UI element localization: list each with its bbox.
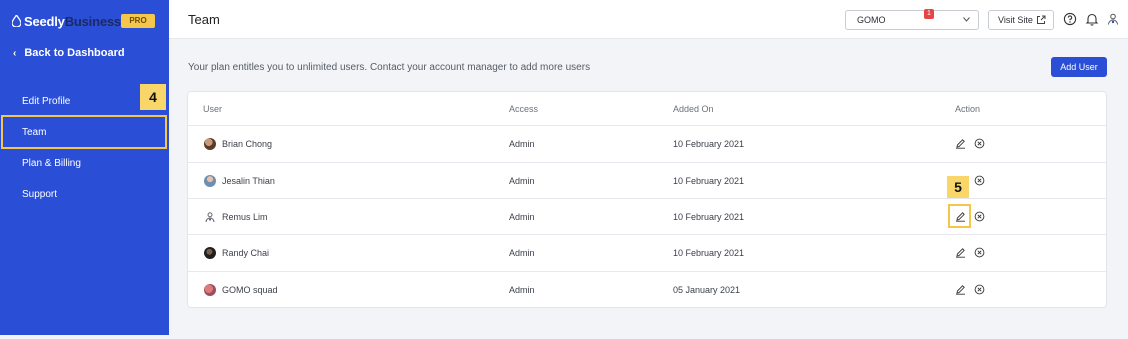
visit-site-button[interactable]: Visit Site [988,10,1054,30]
remove-icon[interactable] [974,284,985,295]
edit-icon[interactable] [955,211,966,222]
table-row: Randy Chai Admin 10 February 2021 [188,234,1106,270]
brand-name: Seedly [24,13,65,29]
pro-badge: PRO [121,14,155,28]
user-access: Admin [509,176,535,186]
remove-icon[interactable] [974,211,985,222]
column-header-added-on: Added On [673,104,714,114]
brand-suffix: Business [64,13,121,29]
user-access: Admin [509,139,535,149]
user-added-on: 10 February 2021 [673,139,745,149]
edit-icon[interactable] [955,138,966,149]
chevron-down-icon [963,17,970,22]
top-bar: Team GOMO Visit Site 1 [169,0,1128,39]
avatar [204,247,216,259]
user-access: Admin [509,212,535,222]
edit-icon[interactable] [955,247,966,258]
visit-site-label: Visit Site [998,15,1033,25]
back-label: Back to Dashboard [24,47,125,59]
user-added-on: 10 February 2021 [673,248,745,258]
help-icon[interactable] [1063,12,1077,26]
users-table: User Access Added On Action Brian Chong … [187,91,1107,308]
plan-info-text: Your plan entitles you to unlimited user… [188,62,591,73]
sidebar-item-plan-billing[interactable]: Plan & Billing [22,158,81,169]
user-added-on: 10 February 2021 [673,212,745,222]
user-added-on: 10 February 2021 [673,176,745,186]
avatar [204,284,216,296]
back-to-dashboard-link[interactable]: ‹ Back to Dashboard [13,47,125,59]
edit-icon[interactable] [955,284,966,295]
step-callout-5: 5 [947,176,969,198]
remove-icon[interactable] [974,247,985,258]
column-header-action: Action [955,104,981,114]
table-row: GOMO squad Admin 05 January 2021 [188,271,1106,307]
user-name: Jesalin Thian [222,176,275,186]
user-name: Brian Chong [222,139,273,149]
column-header-user: User [203,104,223,114]
external-link-icon [1037,15,1046,24]
table-row: Brian Chong Admin 10 February 2021 [188,125,1106,161]
user-added-on: 05 January 2021 [673,285,741,295]
avatar [204,138,216,150]
user-access: Admin [509,285,535,295]
sidebar-item-edit-profile[interactable]: Edit Profile [22,96,70,107]
sidebar: Seedly Business PRO ‹ Back to Dashboard E… [0,0,169,335]
notification-badge: 1 [924,9,934,19]
remove-icon[interactable] [974,175,985,186]
user-name: Randy Chai [222,248,270,258]
seedly-drop-icon [12,15,21,27]
user-icon[interactable] [1106,12,1120,26]
remove-icon[interactable] [974,138,985,149]
user-name: GOMO squad [222,285,278,295]
user-access: Admin [509,248,535,258]
logo[interactable]: Seedly Business [12,12,121,30]
column-header-access: Access [509,104,539,114]
add-user-button[interactable]: Add User [1051,57,1107,77]
step-callout-4: 4 [140,84,166,110]
avatar [204,175,216,187]
page-title: Team [188,12,220,27]
user-name: Remus Lim [222,212,268,222]
sidebar-item-label: Team [22,127,47,138]
chevron-left-icon: ‹ [13,47,17,59]
org-select-value: GOMO [857,15,886,25]
table-row: Remus Lim Admin 10 February 2021 [188,198,1106,234]
sidebar-item-support[interactable]: Support [22,189,57,200]
organization-select[interactable]: GOMO [845,10,979,30]
default-avatar-icon [205,212,215,223]
sidebar-item-team[interactable]: Team [1,115,167,149]
bell-icon[interactable] [1085,12,1099,26]
